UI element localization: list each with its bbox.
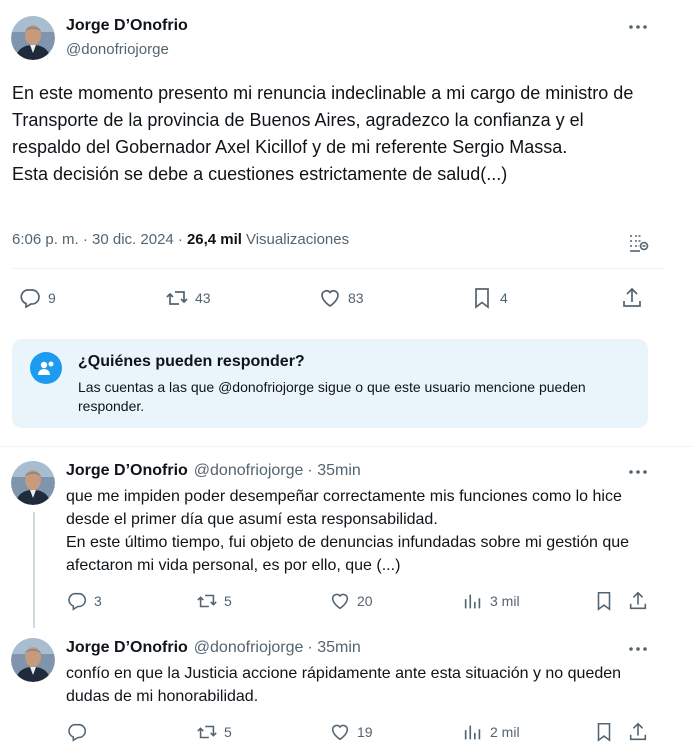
reply-icon (20, 289, 40, 309)
share-icon (623, 287, 641, 307)
author-handle[interactable]: @donofriojorge (194, 462, 304, 480)
views-label: Visualizaciones (245, 231, 350, 248)
repost-icon (197, 725, 217, 739)
views-count: 26,4 mil (186, 231, 242, 248)
bookmark-icon (475, 288, 489, 309)
reply-icon (68, 723, 87, 742)
bookmark-icon (597, 722, 611, 742)
reply-count: 3 (94, 593, 102, 609)
views-button[interactable]: 2 mil (462, 721, 520, 743)
reply-header: Jorge D’Onofrio @donofriojorge · 35min (66, 462, 361, 480)
views-icon (464, 725, 481, 740)
like-button[interactable]: 19 (329, 721, 373, 743)
tweet-meta: 6:06 p. m. · 30 dic. 2024 · 26,4 mil Vis… (12, 231, 349, 248)
reply-header: Jorge D’Onofrio @donofriojorge · 35min (66, 639, 361, 657)
share-button[interactable] (620, 286, 650, 310)
share-icon (629, 591, 647, 610)
post-time[interactable]: · 35min (307, 639, 360, 657)
mention-icon (30, 352, 62, 384)
reply-restriction-text: Las cuentas a las que @donofriojorge sig… (78, 379, 586, 414)
tweet-actions: 9 43 83 4 (0, 286, 692, 310)
reply-actions: 3 5 20 3 mil (0, 590, 692, 612)
avatar[interactable] (11, 461, 55, 505)
like-icon (321, 290, 339, 308)
repost-button[interactable]: 5 (196, 590, 232, 612)
like-count: 20 (357, 593, 373, 609)
reply-restriction-notice: ¿Quiénes pueden responder? Las cuentas a… (12, 339, 648, 428)
author-name[interactable]: Jorge D’Onofrio (66, 462, 188, 480)
views-button[interactable]: 3 mil (462, 590, 520, 612)
like-icon (331, 593, 349, 610)
reply-text: que me impiden poder desempeñar correcta… (66, 488, 630, 574)
like-button[interactable]: 20 (329, 590, 373, 612)
bookmark-button[interactable] (593, 721, 621, 743)
repost-icon (166, 291, 188, 305)
reply-count: 9 (48, 290, 56, 306)
avatar[interactable] (11, 16, 55, 60)
like-icon (331, 724, 349, 741)
repost-count: 5 (224, 724, 232, 740)
repost-button[interactable]: 5 (196, 721, 232, 743)
divider (0, 446, 692, 447)
reply-actions: 5 19 2 mil (0, 721, 692, 743)
author-name[interactable]: Jorge D’Onofrio (66, 17, 188, 35)
bookmark-button[interactable] (593, 590, 621, 612)
analytics-icon[interactable] (626, 231, 650, 255)
share-button[interactable] (627, 590, 655, 612)
tweet-text: En este momento presento mi renuncia ind… (12, 83, 634, 184)
avatar[interactable] (11, 638, 55, 682)
share-button[interactable] (627, 721, 655, 743)
more-icon[interactable] (628, 462, 648, 482)
reply-button[interactable]: 9 (18, 286, 56, 310)
reply-button[interactable]: 3 (66, 590, 102, 612)
like-button[interactable]: 83 (318, 286, 364, 310)
author-handle[interactable]: @donofriojorge (66, 41, 169, 58)
views-count: 3 mil (490, 593, 520, 609)
more-icon[interactable] (628, 639, 648, 659)
author-handle[interactable]: @donofriojorge (194, 639, 304, 657)
bookmark-button[interactable]: 4 (470, 286, 508, 310)
like-count: 83 (348, 290, 364, 306)
timestamp[interactable]: 6:06 p. m. · 30 dic. 2024 · (12, 231, 183, 248)
views-count: 2 mil (490, 724, 520, 740)
reply-text: confío en que la Justicia accione rápida… (66, 665, 622, 705)
like-count: 19 (357, 724, 373, 740)
author-name[interactable]: Jorge D’Onofrio (66, 639, 188, 657)
reply-icon (68, 592, 87, 611)
bookmark-count: 4 (500, 290, 508, 306)
repost-count: 43 (195, 290, 211, 306)
repost-icon (197, 594, 217, 608)
reply-button[interactable] (66, 721, 94, 743)
divider (12, 268, 664, 269)
post-time[interactable]: · 35min (307, 462, 360, 480)
more-icon[interactable] (628, 17, 648, 37)
reply-restriction-title: ¿Quiénes pueden responder? (78, 353, 305, 370)
views-icon (464, 594, 481, 609)
bookmark-icon (597, 591, 611, 611)
repost-count: 5 (224, 593, 232, 609)
repost-button[interactable]: 43 (165, 286, 211, 310)
share-icon (629, 722, 647, 741)
